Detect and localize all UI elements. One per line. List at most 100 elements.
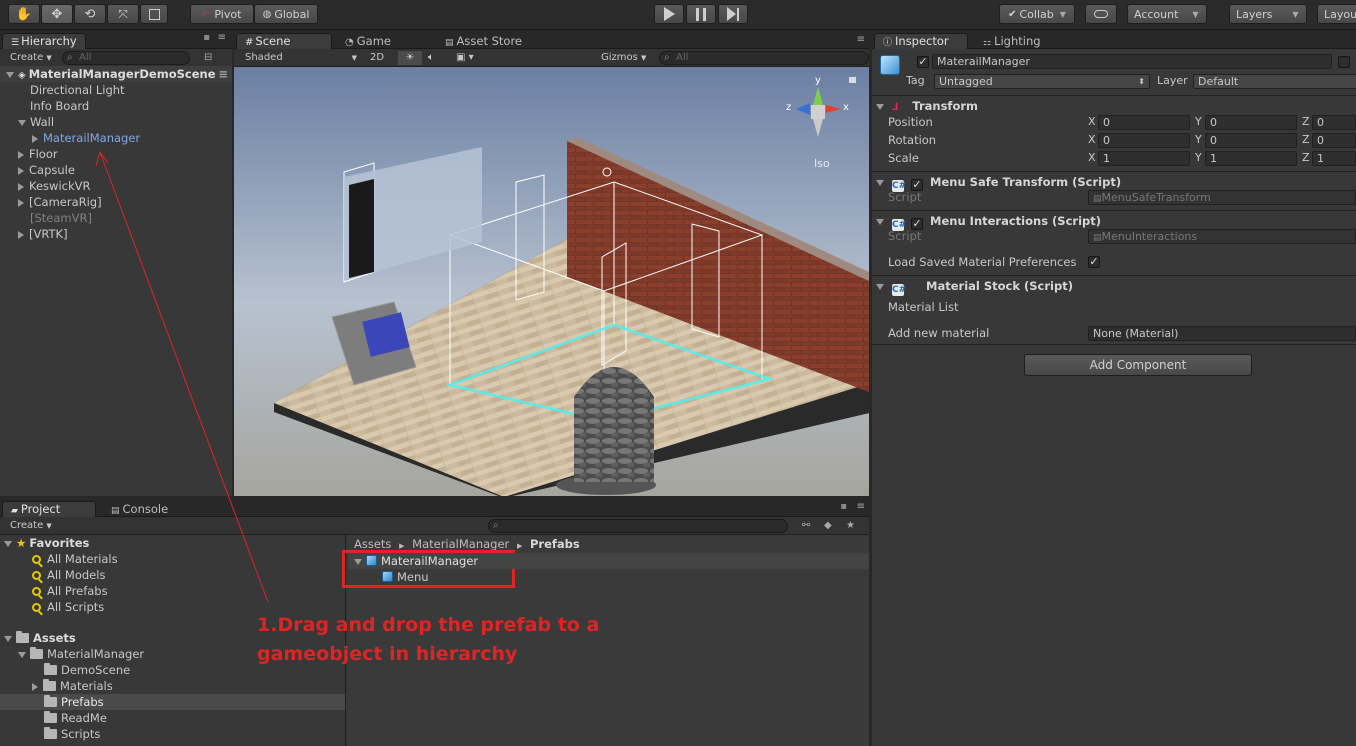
prefab-menu[interactable]: Menu [348,569,869,585]
tab-asset-store[interactable]: ▤ Asset Store [436,33,531,49]
panel-menu-icon[interactable]: ≡ [218,31,226,45]
static-checkbox[interactable] [1338,56,1350,68]
gizmos-dropdown[interactable]: Gizmos ▼ [601,51,646,65]
folder-prefabs[interactable]: Prefabs [0,694,345,710]
material-list-row[interactable]: Material List [872,298,1356,316]
lock-icon[interactable]: ▪ [203,31,210,45]
material-stock-header[interactable]: C# Material Stock (Script) [872,275,1356,296]
shading-mode-dropdown[interactable]: Shaded ▼ [245,51,357,65]
scale-icon: ⤧ [118,6,128,21]
hierarchy-item-capsule[interactable]: Capsule [0,162,232,178]
cloud-button[interactable] [1085,4,1117,24]
menu-safe-script-field[interactable]: ▤MenuSafeTransform [1088,190,1356,205]
transform-header[interactable]: ⅃ Transform [872,95,1356,115]
scene-viewport[interactable]: y x z Iso [234,67,869,496]
favorites-header[interactable]: ★ Favorites [0,535,345,551]
hierarchy-item-keswickvr[interactable]: KeswickVR [0,178,232,194]
layers-dropdown[interactable]: Layers ▼ [1229,4,1307,24]
scene-menu-icon[interactable]: ≡ [218,66,228,82]
favorite-star-icon[interactable]: ★ [846,519,855,533]
tab-scene[interactable]: # Scene [236,33,332,49]
scene-root[interactable]: ◈ MaterialManagerDemoScene ≡ [0,66,232,82]
cloud-icon [1094,10,1108,18]
rotation-y-field[interactable]: 0 [1205,133,1297,148]
scale-x-field[interactable]: 1 [1098,151,1190,166]
favorite-all-prefabs[interactable]: All Prefabs [0,583,345,599]
audio-toggle-icon[interactable]: 🔈︎ [428,51,434,65]
filter-icon[interactable]: ⊟ [204,51,212,65]
lock-icon[interactable]: ▪ [840,500,847,514]
annotation-line-2: gameobject in hierarchy [257,643,518,665]
hierarchy-item-camerarig[interactable]: [CameraRig] [0,194,232,210]
hierarchy-item-materailmanager[interactable]: MaterailManager [0,130,232,146]
hierarchy-item-floor[interactable]: Floor [0,146,232,162]
prefab-materailmanager[interactable]: MaterailManager [348,553,869,569]
breadcrumb-assets[interactable]: Assets [354,537,391,551]
position-z-field[interactable]: 0 [1312,115,1356,130]
scale-z-field[interactable]: 1 [1312,151,1356,166]
breadcrumb-materialmanager[interactable]: MaterialManager [412,537,509,551]
panel-menu-icon[interactable]: ≡ [857,33,865,47]
object-name-field[interactable]: MaterailManager [932,54,1332,69]
rotation-x-field[interactable]: 0 [1098,133,1190,148]
layer-dropdown[interactable]: Default [1193,74,1356,89]
project-search-input[interactable]: ⌕ [488,519,788,533]
tab-inspector[interactable]: ⓘ Inspector [874,33,968,49]
tab-hierarchy[interactable]: ☰ Hierarchy [2,33,86,49]
tab-project[interactable]: ▰ Project [2,501,96,517]
rotation-z-field[interactable]: 0 [1312,133,1356,148]
pivot-toggle[interactable]: ⊢ Pivot [190,4,254,24]
hand-tool-button[interactable]: ✋ [8,4,40,24]
tab-lighting[interactable]: ⚏ Lighting [974,33,1050,49]
position-y-field[interactable]: 0 [1205,115,1297,130]
pause-button[interactable] [686,4,716,24]
layout-dropdown[interactable]: Layout [1317,4,1356,24]
folder-icon [44,711,57,723]
collab-dropdown[interactable]: ✔ Collab ▼ [999,4,1075,24]
iso-label[interactable]: Iso [814,157,830,170]
tag-dropdown[interactable]: Untagged ⬍ [934,74,1150,89]
effects-dropdown-icon[interactable]: ▣ ▾ [456,51,474,65]
folder-scripts[interactable]: Scripts [0,726,345,742]
step-icon [727,7,736,21]
hierarchy-item-vrtk[interactable]: [VRTK] [0,226,232,242]
position-x-field[interactable]: 0 [1098,115,1190,130]
filter-by-label-icon[interactable]: ◆ [824,519,832,533]
folder-materials[interactable]: Materials [0,678,345,694]
lighting-toggle-icon[interactable]: ☀ [398,51,422,65]
active-checkbox[interactable]: ✓ [917,56,929,68]
breadcrumb-prefabs[interactable]: Prefabs [530,537,580,551]
project-create-dropdown[interactable]: Create ▼ [10,519,52,533]
mode-2d-toggle[interactable]: 2D [370,51,384,65]
global-toggle[interactable]: ◍ Global [254,4,318,24]
add-component-button[interactable]: Add Component [1024,354,1252,376]
add-material-field[interactable]: None (Material) [1088,326,1356,341]
step-button[interactable] [718,4,748,24]
rect-tool-button[interactable] [140,4,168,24]
scale-tool-button[interactable]: ⤧ [107,4,139,24]
gizmo-lock-icon[interactable] [849,77,856,83]
rotate-tool-button[interactable]: ⟲ [74,4,106,24]
hierarchy-item-info-board[interactable]: Info Board [0,98,232,114]
tab-game[interactable]: ◔ Game [336,33,400,49]
load-prefs-checkbox[interactable]: ✓ [1088,256,1100,268]
hierarchy-item-steamvr[interactable]: [SteamVR] [0,210,232,226]
tab-console[interactable]: ▤ Console [102,501,177,517]
hierarchy-item-wall[interactable]: Wall [0,114,232,130]
move-tool-button[interactable]: ✥ [41,4,73,24]
expand-icon [4,635,12,642]
folder-readme[interactable]: ReadMe [0,710,345,726]
favorite-all-materials[interactable]: All Materials [0,551,345,567]
filter-by-type-icon[interactable]: ⚯ [802,519,810,533]
create-dropdown[interactable]: Create ▼ [10,51,52,65]
scale-y-field[interactable]: 1 [1205,151,1297,166]
play-button[interactable] [654,4,684,24]
panel-menu-icon[interactable]: ≡ [857,500,865,514]
favorite-all-models[interactable]: All Models [0,567,345,583]
gizmo-center[interactable] [811,105,825,119]
menu-interactions-script-field[interactable]: ▤MenuInteractions [1088,229,1356,244]
hierarchy-item-directional-light[interactable]: Directional Light [0,82,232,98]
hierarchy-search-input[interactable]: ⌕ All [62,51,190,65]
scene-search-input[interactable]: ⌕ All [659,51,869,65]
account-dropdown[interactable]: Account ▼ [1127,4,1207,24]
